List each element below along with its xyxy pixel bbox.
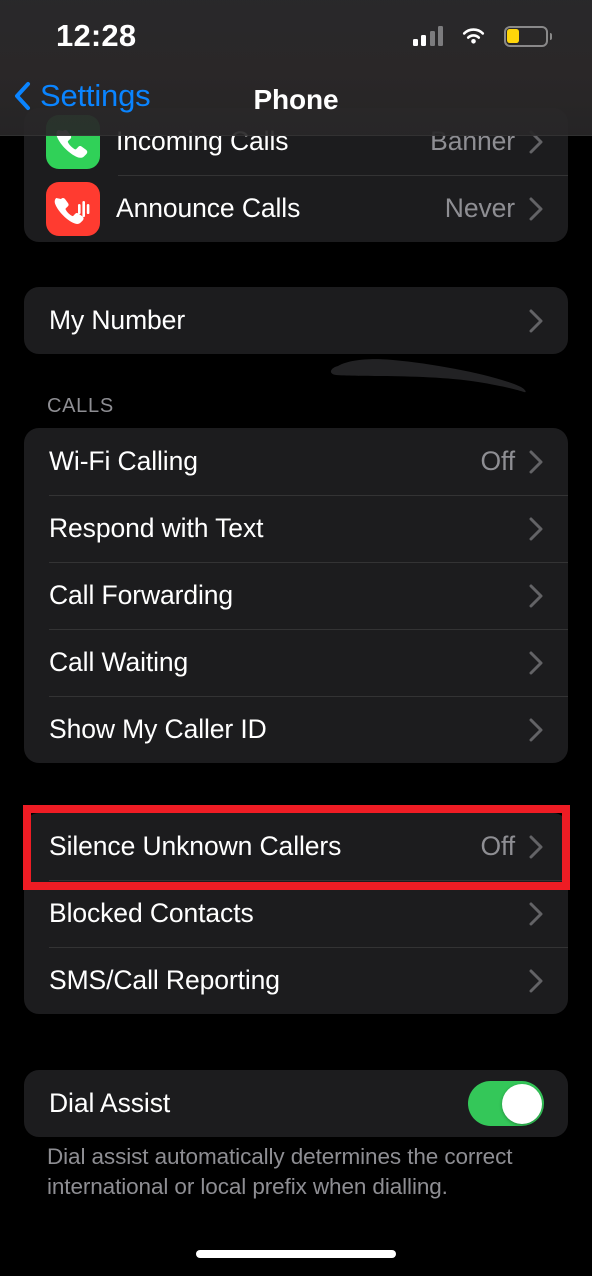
row-label: Dial Assist bbox=[49, 1088, 171, 1118]
row-label: Show My Caller ID bbox=[49, 714, 267, 744]
chevron-right-icon bbox=[529, 516, 544, 542]
row-label: Call Forwarding bbox=[49, 580, 234, 610]
status-bar-clock: 12:28 bbox=[56, 18, 137, 53]
row-value: Off bbox=[480, 831, 515, 861]
row-label: Wi-Fi Calling bbox=[49, 446, 198, 476]
my-number-card: My Number bbox=[24, 287, 568, 354]
row-sms-call-reporting[interactable]: SMS/Call Reporting bbox=[24, 947, 568, 1014]
call-blocking-card: Silence Unknown Callers Off Blocked Cont… bbox=[24, 813, 568, 1014]
row-call-waiting[interactable]: Call Waiting bbox=[24, 629, 568, 696]
chevron-right-icon bbox=[529, 717, 544, 743]
row-label: Announce Calls bbox=[116, 193, 301, 223]
chevron-right-icon bbox=[529, 968, 544, 994]
toggle-knob bbox=[501, 1083, 542, 1124]
home-indicator bbox=[196, 1250, 396, 1258]
row-value: Off bbox=[480, 446, 515, 476]
chevron-right-icon bbox=[529, 449, 544, 475]
chevron-right-icon bbox=[529, 308, 544, 334]
cellular-bars-icon bbox=[412, 26, 443, 46]
status-bar-indicators bbox=[412, 25, 553, 47]
row-silence-unknown-callers[interactable]: Silence Unknown Callers Off bbox=[24, 813, 568, 880]
row-label: SMS/Call Reporting bbox=[49, 965, 280, 995]
chevron-right-icon bbox=[529, 196, 544, 222]
battery-tip bbox=[549, 32, 553, 40]
row-call-forwarding[interactable]: Call Forwarding bbox=[24, 562, 568, 629]
row-wifi-calling[interactable]: Wi-Fi Calling Off bbox=[24, 428, 568, 495]
row-label: My Number bbox=[49, 305, 186, 335]
page-title: Phone bbox=[253, 84, 339, 115]
dial-assist-card: Dial Assist bbox=[24, 1070, 568, 1137]
battery-low-power-icon bbox=[504, 25, 553, 47]
status-bar: 12:28 bbox=[0, 0, 592, 72]
battery-fill bbox=[507, 28, 520, 44]
dial-assist-toggle[interactable] bbox=[468, 1081, 544, 1126]
section-header-calls: CALLS bbox=[47, 395, 114, 417]
row-dial-assist[interactable]: Dial Assist bbox=[24, 1070, 568, 1137]
chevron-right-icon bbox=[529, 834, 544, 860]
chevron-right-icon bbox=[529, 901, 544, 927]
row-blocked-contacts[interactable]: Blocked Contacts bbox=[24, 880, 568, 947]
row-label: Respond with Text bbox=[49, 513, 264, 543]
row-label: Silence Unknown Callers bbox=[49, 831, 342, 861]
row-announce-calls[interactable]: Announce Calls Never bbox=[24, 175, 568, 242]
wifi-icon bbox=[460, 26, 487, 46]
calls-card: Wi-Fi Calling Off Respond with Text Call… bbox=[24, 428, 568, 763]
row-value: Never bbox=[444, 193, 515, 223]
row-show-my-caller-id[interactable]: Show My Caller ID bbox=[24, 696, 568, 763]
settings-scroll-view[interactable]: Incoming Calls Banner Announce Calls Nev… bbox=[0, 0, 592, 1276]
dial-assist-footer-note: Dial assist automatically determines the… bbox=[47, 1144, 513, 1199]
announce-calls-icon bbox=[46, 181, 100, 236]
row-respond-with-text[interactable]: Respond with Text bbox=[24, 495, 568, 562]
row-label: Blocked Contacts bbox=[49, 898, 254, 928]
chevron-right-icon bbox=[529, 583, 544, 609]
iphone-screen: Incoming Calls Banner Announce Calls Nev… bbox=[0, 0, 592, 1276]
row-my-number[interactable]: My Number bbox=[24, 287, 568, 354]
chevron-right-icon bbox=[529, 650, 544, 676]
row-label: Call Waiting bbox=[49, 647, 189, 677]
